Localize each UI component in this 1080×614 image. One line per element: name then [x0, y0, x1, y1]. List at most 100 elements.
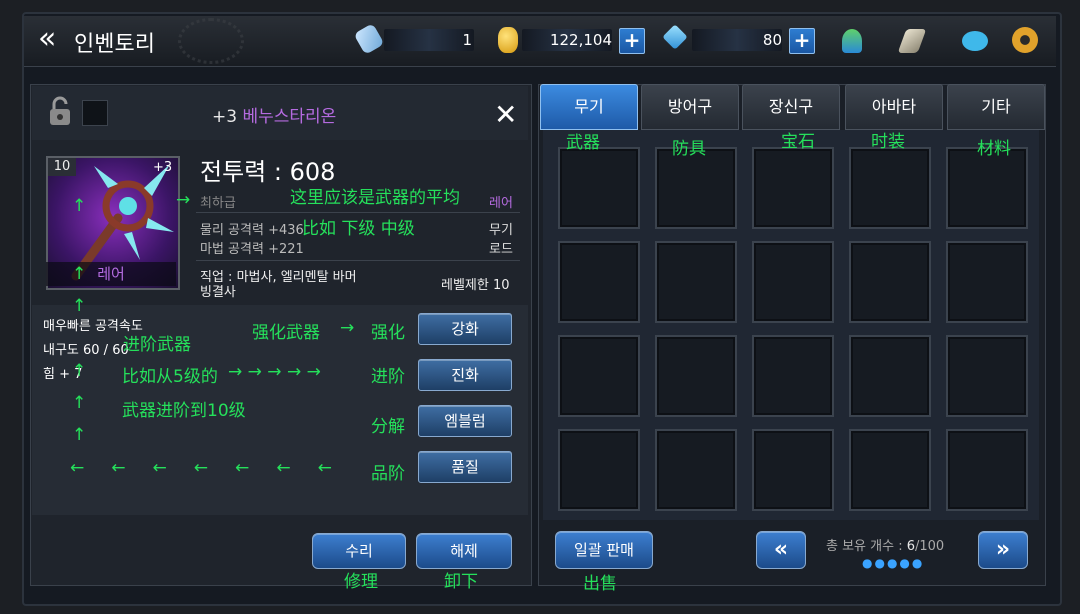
annotation-repair: 修理 — [344, 572, 378, 592]
annotation-disassemble: 分解 — [371, 417, 405, 437]
inventory-slot[interactable] — [558, 429, 640, 511]
inventory-slot[interactable] — [946, 241, 1028, 323]
annotation-enhance: 强化 — [371, 323, 405, 343]
annotation-arrow: ↑ — [72, 296, 87, 316]
annotation-enhance-weapon: 强化武器 — [252, 323, 320, 343]
tab-avatar[interactable]: 아바타 — [845, 84, 943, 130]
inventory-slot[interactable] — [946, 335, 1028, 417]
annotation-average: 这里应该是武器的平均 — [290, 188, 460, 208]
durability: 내구도 60 / 60 — [43, 343, 129, 358]
item-name: 베누스타리온 — [242, 107, 337, 127]
unequip-button[interactable]: 해제 — [416, 533, 512, 569]
gold-add-button[interactable]: + — [619, 28, 645, 54]
item-count-current: 6 — [906, 539, 915, 554]
annotation-grade: 比如 下级 中级 — [302, 219, 415, 239]
annotation-arrow: ↑ — [72, 196, 87, 216]
emblem-button[interactable]: 엠블럼 — [418, 405, 512, 437]
annotation-armor: 防具 — [672, 139, 706, 159]
inventory-slot[interactable] — [849, 147, 931, 229]
inventory-slot[interactable] — [558, 147, 640, 229]
level-limit: 레벨제한 10 — [441, 278, 510, 293]
quality-button[interactable]: 품질 — [418, 451, 512, 483]
chat-icon[interactable] — [962, 31, 988, 51]
inventory-slot[interactable] — [849, 335, 931, 417]
gem-add-button[interactable]: + — [789, 28, 815, 54]
people-icon[interactable] — [842, 29, 862, 53]
magic-attack: 마법 공격력 +221 — [200, 242, 304, 257]
annotation-arrow-row: → → → → → — [228, 362, 321, 382]
annotation-gem: 宝石 — [781, 132, 815, 152]
annotation-arrow: → — [340, 318, 355, 338]
repair-button[interactable]: 수리 — [312, 533, 406, 569]
annotation-fashion: 时装 — [871, 132, 905, 152]
item-count: 총 보유 개수 : 6/100 — [826, 535, 944, 554]
enhance-button[interactable]: 강화 — [418, 313, 512, 345]
item-count-label: 총 보유 개수 : — [826, 539, 903, 554]
inventory-slot[interactable] — [655, 147, 737, 229]
item-level-badge: 10 — [48, 158, 76, 176]
inventory-slot[interactable] — [655, 429, 737, 511]
item-rarity-label: 레어 — [46, 262, 176, 286]
annotation-arrow: ↑ — [72, 425, 87, 445]
settings-gear-icon[interactable] — [1012, 27, 1038, 53]
page-title: 인벤토리 — [74, 32, 155, 57]
annotation-arrow: ↑ — [72, 264, 87, 284]
divider — [196, 212, 520, 213]
annotation-advance-weapon: 进阶武器 — [123, 335, 191, 355]
tab-armor[interactable]: 방어구 — [641, 84, 739, 130]
page-indicator: ●●●●● — [862, 556, 925, 570]
item-grade: 최하급 — [200, 196, 236, 211]
stamina-value: 1 — [462, 31, 472, 49]
tab-weapon[interactable]: 무기 — [540, 84, 638, 130]
gold-coin-icon — [498, 27, 518, 53]
close-icon[interactable]: ✕ — [494, 98, 517, 131]
unlock-icon[interactable] — [49, 96, 71, 126]
item-rarity-right: 레어 — [489, 196, 513, 211]
item-prefix: +3 — [212, 107, 238, 127]
annotation-material: 材料 — [977, 139, 1011, 159]
inventory-slot[interactable] — [655, 241, 737, 323]
combat-power: 전투력 : 608 — [200, 158, 336, 186]
annotation-sell: 出售 — [583, 574, 617, 594]
bulk-sell-button[interactable]: 일괄 판매 — [555, 531, 653, 569]
tab-etc[interactable]: 기타 — [947, 84, 1045, 130]
inventory-slot[interactable] — [655, 335, 737, 417]
annotation-weapon: 武器 — [566, 133, 600, 153]
inventory-slot[interactable] — [849, 429, 931, 511]
gem-value: 80 — [762, 31, 782, 49]
inventory-slot[interactable] — [946, 147, 1028, 229]
item-subtype: 로드 — [489, 242, 513, 257]
item-type: 무기 — [489, 223, 513, 238]
annotation-to-level10: 武器进阶到10级 — [122, 401, 246, 421]
next-page-button[interactable]: » — [978, 531, 1028, 569]
annotation-unequip: 卸下 — [444, 572, 478, 592]
annotation-advance: 进阶 — [371, 367, 405, 387]
prev-page-button[interactable]: « — [756, 531, 806, 569]
item-plus-badge: +3 — [153, 160, 173, 175]
physical-attack: 물리 공격력 +436 — [200, 223, 304, 238]
job-restriction-2: 빙결사 — [200, 285, 236, 300]
inventory-slot[interactable] — [558, 335, 640, 417]
annotation-arrow: → — [176, 190, 191, 210]
lock-checkbox[interactable] — [82, 100, 108, 126]
annotation-arrow: ↑ — [72, 393, 87, 413]
tab-accessory[interactable]: 장신구 — [742, 84, 840, 130]
item-count-max: /100 — [915, 539, 945, 554]
inventory-slot[interactable] — [558, 241, 640, 323]
inventory-slot[interactable] — [752, 429, 834, 511]
inventory-slot[interactable] — [849, 241, 931, 323]
back-chevron-icon[interactable]: « — [38, 22, 56, 56]
gold-value: 122,104 — [549, 31, 612, 49]
inventory-slot[interactable] — [946, 429, 1028, 511]
annotation-arrow-row-left: ← ← ← ← ← ← ← — [70, 458, 332, 478]
evolve-button[interactable]: 진화 — [418, 359, 512, 391]
annotation-quality: 品阶 — [371, 464, 405, 484]
annotation-arrow: ↑ — [72, 361, 87, 381]
divider — [196, 260, 520, 261]
item-title: +3 베누스타리온 — [212, 102, 336, 127]
gear-decoration-icon — [178, 18, 244, 64]
inventory-slot[interactable] — [752, 147, 834, 229]
annotation-example: 比如从5级的 — [122, 367, 218, 387]
inventory-slot[interactable] — [752, 241, 834, 323]
inventory-slot[interactable] — [752, 335, 834, 417]
